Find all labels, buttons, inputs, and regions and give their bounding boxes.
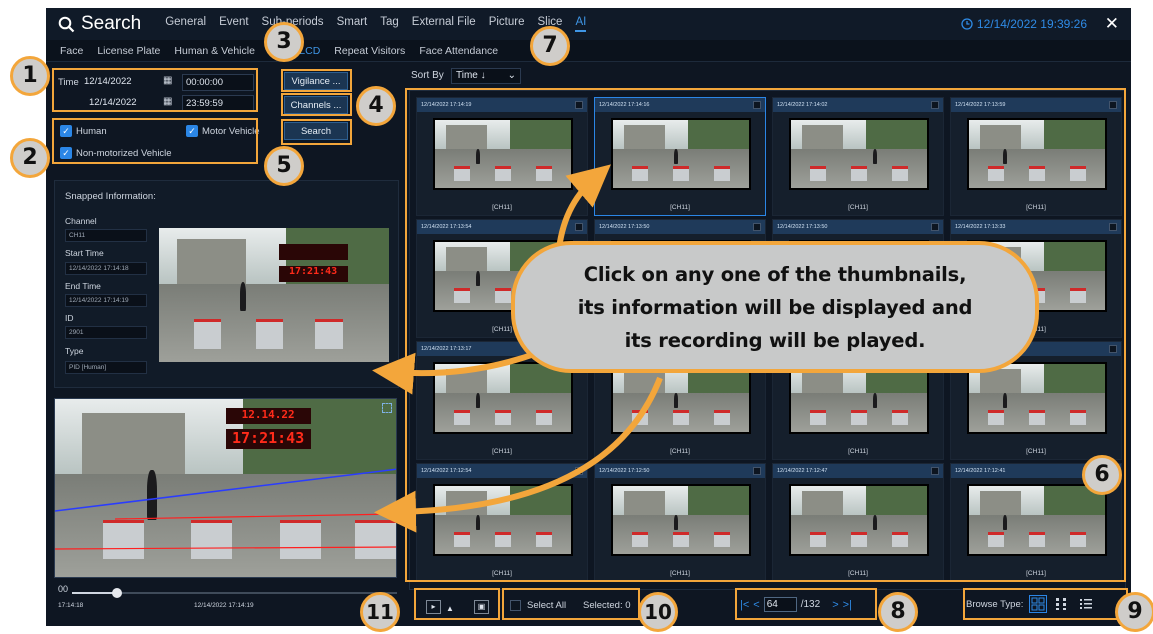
led-time-sign: 17:21:43 xyxy=(278,265,348,282)
ai-subtabs: Face License Plate Human & Vehicle PID &… xyxy=(46,40,1131,62)
id-label: ID xyxy=(65,313,74,323)
badge-8: 8 xyxy=(878,592,918,632)
highlight-playback-controls xyxy=(414,588,500,620)
end-time-label: End Time xyxy=(65,281,101,291)
main-menu: General Event Sub-periods Smart Tag Exte… xyxy=(165,16,587,32)
led-clock-sign xyxy=(278,244,348,261)
start-time-label: Start Time xyxy=(65,248,104,258)
badge-3: 3 xyxy=(264,22,304,62)
badge-5: 5 xyxy=(264,146,304,186)
menu-ai[interactable]: AI xyxy=(575,16,587,32)
close-icon[interactable]: ✕ xyxy=(1105,14,1119,34)
tab-face-attendance[interactable]: Face Attendance xyxy=(419,45,498,57)
clock-icon xyxy=(961,18,973,30)
highlight-pager xyxy=(735,588,877,620)
badge-1: 1 xyxy=(10,56,50,96)
menu-event[interactable]: Event xyxy=(219,16,248,32)
badge-6: 6 xyxy=(1082,455,1122,495)
badge-10: 10 xyxy=(638,592,678,632)
badge-4: 4 xyxy=(356,86,396,126)
channel-value: CH11 xyxy=(65,229,147,242)
callout-text: Click on any one of the thumbnails, its … xyxy=(577,262,973,352)
fullscreen-icon[interactable] xyxy=(382,403,392,413)
search-logo: Search xyxy=(58,13,141,35)
highlight-time-range xyxy=(52,68,258,112)
menu-external-file[interactable]: External File xyxy=(412,16,476,32)
menu-general[interactable]: General xyxy=(165,16,206,32)
highlight-browse-type xyxy=(963,588,1128,620)
id-value: 2901 xyxy=(65,326,147,339)
highlight-channels xyxy=(281,93,352,116)
search-icon xyxy=(58,16,75,32)
menu-tag[interactable]: Tag xyxy=(380,16,399,32)
timeline-progress xyxy=(72,592,117,594)
detection-lines xyxy=(55,468,396,550)
highlight-selection xyxy=(502,588,640,620)
playback-video[interactable]: 12.14.22 17:21:43 xyxy=(54,398,397,578)
sort-value: Time ↓ xyxy=(456,70,486,81)
sort-label: Sort By xyxy=(411,70,444,81)
clock-text: 12/14/2022 19:39:26 xyxy=(976,17,1087,31)
badge-7: 7 xyxy=(530,26,570,66)
type-value: PID [Human] xyxy=(65,361,147,374)
timeline-start: 17:14:18 xyxy=(58,602,84,609)
type-label: Type xyxy=(65,346,84,356)
snapped-title: Snapped Information: xyxy=(65,191,156,202)
badge-2: 2 xyxy=(10,138,50,178)
sort-select[interactable]: Time ↓ ⌄ xyxy=(451,68,521,84)
highlight-search xyxy=(281,119,352,145)
chevron-down-icon: ⌄ xyxy=(507,70,516,81)
menu-picture[interactable]: Picture xyxy=(489,16,525,32)
badge-9: 9 xyxy=(1115,592,1153,632)
snapped-info-panel: Snapped Information: Channel CH11 Start … xyxy=(54,180,399,388)
playback-timeline: 00 17:14:18 12/14/2022 17:14:19 xyxy=(54,582,399,612)
snapshot-image: 17:21:43 xyxy=(159,228,389,362)
end-time-value: 12/14/2022 17:14:19 xyxy=(65,294,147,307)
tab-human-vehicle[interactable]: Human & Vehicle xyxy=(174,45,255,57)
start-time-value: 12/14/2022 17:14:18 xyxy=(65,262,147,275)
tab-license-plate[interactable]: License Plate xyxy=(97,45,160,57)
tab-face[interactable]: Face xyxy=(60,45,83,57)
highlight-vigilance xyxy=(281,69,352,92)
timeline-current: 12/14/2022 17:14:19 xyxy=(194,602,254,609)
timeline-handle[interactable] xyxy=(112,588,122,598)
channel-label: Channel xyxy=(65,216,97,226)
clock: 12/14/2022 19:39:26 xyxy=(961,17,1087,31)
badge-11: 11 xyxy=(360,592,400,632)
search-title: Search xyxy=(81,13,142,34)
tab-repeat-visitors[interactable]: Repeat Visitors xyxy=(334,45,405,57)
loop-icon[interactable]: 00 xyxy=(58,584,68,594)
instruction-callout: Click on any one of the thumbnails, its … xyxy=(511,241,1039,373)
menu-smart[interactable]: Smart xyxy=(337,16,368,32)
highlight-object-types xyxy=(52,118,258,164)
top-bar: Search General Event Sub-periods Smart T… xyxy=(46,8,1131,40)
